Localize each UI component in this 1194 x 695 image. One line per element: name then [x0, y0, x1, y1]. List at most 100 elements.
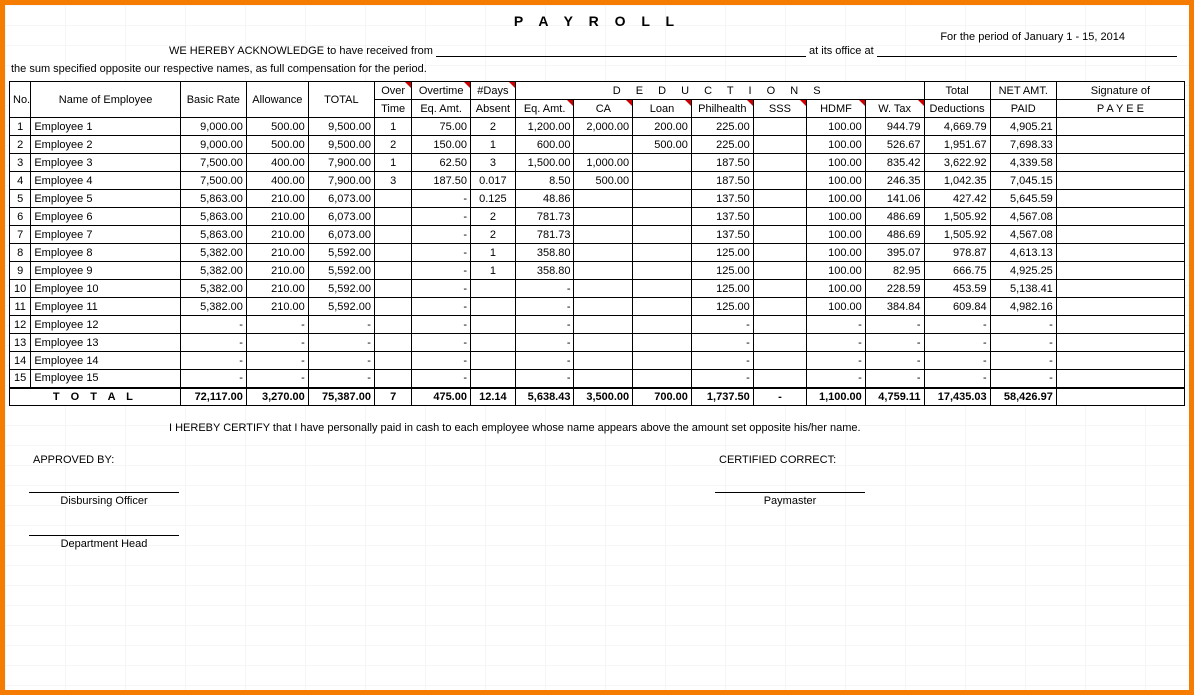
- cell-basic: 7,500.00: [180, 154, 246, 172]
- disbursing-officer-label: Disbursing Officer: [29, 493, 179, 507]
- cell-basic: 5,382.00: [180, 280, 246, 298]
- cell-totded: -: [924, 370, 990, 388]
- cell-total: -: [308, 370, 374, 388]
- cell-oteq: 75.00: [412, 118, 471, 136]
- table-body: 1Employee 19,000.00500.009,500.00175.002…: [10, 118, 1185, 388]
- cell-dedeq: 358.80: [515, 262, 574, 280]
- cell-loan: [633, 280, 692, 298]
- cell-sss: [753, 208, 806, 226]
- cell-ca: [574, 298, 633, 316]
- payroll-table: No. Name of Employee Basic Rate Allowanc…: [9, 81, 1185, 406]
- cell-dedeq: 1,200.00: [515, 118, 574, 136]
- col-ca: CA: [574, 100, 633, 118]
- cell-totded: 427.42: [924, 190, 990, 208]
- cell-name: Employee 15: [31, 370, 180, 388]
- cell-sss: [753, 280, 806, 298]
- cell-wtax: 526.67: [865, 136, 924, 154]
- totals-sig: [1056, 388, 1184, 406]
- cell-sig: [1056, 244, 1184, 262]
- totals-totded: 17,435.03: [924, 388, 990, 406]
- col-wtax: W. Tax: [865, 100, 924, 118]
- cell-total: 6,073.00: [308, 208, 374, 226]
- cell-dedeq: 781.73: [515, 226, 574, 244]
- cell-ottime: [374, 244, 411, 262]
- cell-totded: -: [924, 352, 990, 370]
- cell-oteq: -: [412, 334, 471, 352]
- cell-ca: 500.00: [574, 172, 633, 190]
- cell-no: 11: [10, 298, 31, 316]
- cell-sig: [1056, 352, 1184, 370]
- cell-basic: 5,863.00: [180, 190, 246, 208]
- cell-wtax: -: [865, 334, 924, 352]
- col-basic: Basic Rate: [180, 82, 246, 118]
- cell-total: -: [308, 316, 374, 334]
- cell-dedeq: 48.86: [515, 190, 574, 208]
- cell-sig: [1056, 334, 1184, 352]
- cell-allow: 500.00: [246, 136, 308, 154]
- cell-allow: 500.00: [246, 118, 308, 136]
- cell-dedeq: -: [515, 316, 574, 334]
- cell-loan: [633, 316, 692, 334]
- cell-loan: [633, 226, 692, 244]
- cell-net: 4,982.16: [990, 298, 1056, 316]
- approved-by-label: APPROVED BY:: [29, 452, 229, 468]
- cell-totded: -: [924, 316, 990, 334]
- cell-net: 5,645.59: [990, 190, 1056, 208]
- table-row: 14Employee 14----------: [10, 352, 1185, 370]
- cell-phil: 125.00: [691, 280, 753, 298]
- table-row: 9Employee 95,382.00210.005,592.00-1358.8…: [10, 262, 1185, 280]
- cell-ottime: [374, 316, 411, 334]
- cell-sss: [753, 154, 806, 172]
- cell-oteq: -: [412, 298, 471, 316]
- cell-totded: 609.84: [924, 298, 990, 316]
- cell-loan: [633, 244, 692, 262]
- cell-phil: 125.00: [691, 298, 753, 316]
- totals-phil: 1,737.50: [691, 388, 753, 406]
- cell-net: 5,138.41: [990, 280, 1056, 298]
- cell-absent: 3: [470, 154, 515, 172]
- period-value: January 1 - 15, 2014: [1024, 31, 1125, 43]
- cell-allow: -: [246, 370, 308, 388]
- cell-allow: -: [246, 334, 308, 352]
- cell-name: Employee 8: [31, 244, 180, 262]
- cell-allow: 210.00: [246, 226, 308, 244]
- cell-allow: -: [246, 316, 308, 334]
- cell-absent: 2: [470, 118, 515, 136]
- cell-ottime: [374, 280, 411, 298]
- cell-phil: 137.50: [691, 190, 753, 208]
- cell-basic: 5,382.00: [180, 244, 246, 262]
- cell-total: 9,500.00: [308, 118, 374, 136]
- cell-wtax: -: [865, 316, 924, 334]
- cell-wtax: 228.59: [865, 280, 924, 298]
- cell-hdmf: 100.00: [807, 190, 866, 208]
- period-prefix: For the period of: [940, 31, 1021, 43]
- totals-oteq: 475.00: [412, 388, 471, 406]
- col-payee: P A Y E E: [1056, 100, 1184, 118]
- cell-net: 4,925.25: [990, 262, 1056, 280]
- cell-net: 4,567.08: [990, 226, 1056, 244]
- col-deductions: D E D U C T I O N S: [515, 82, 924, 100]
- cell-totded: 4,669.79: [924, 118, 990, 136]
- cell-ca: 2,000.00: [574, 118, 633, 136]
- cell-name: Employee 11: [31, 298, 180, 316]
- cell-name: Employee 12: [31, 316, 180, 334]
- cell-basic: 7,500.00: [180, 172, 246, 190]
- table-row: 10Employee 105,382.00210.005,592.00--125…: [10, 280, 1185, 298]
- cell-loan: [633, 154, 692, 172]
- cell-allow: 210.00: [246, 262, 308, 280]
- cell-total: 6,073.00: [308, 190, 374, 208]
- cell-net: -: [990, 316, 1056, 334]
- totals-absent: 12.14: [470, 388, 515, 406]
- cell-name: Employee 9: [31, 262, 180, 280]
- cell-sig: [1056, 298, 1184, 316]
- period-line: For the period of January 1 - 15, 2014: [9, 31, 1185, 43]
- cell-net: 4,613.13: [990, 244, 1056, 262]
- cell-sss: [753, 370, 806, 388]
- cell-basic: -: [180, 370, 246, 388]
- cell-ottime: [374, 370, 411, 388]
- table-row: 2Employee 29,000.00500.009,500.002150.00…: [10, 136, 1185, 154]
- cell-loan: [633, 334, 692, 352]
- cell-phil: 225.00: [691, 118, 753, 136]
- cell-dedeq: -: [515, 334, 574, 352]
- cell-basic: -: [180, 316, 246, 334]
